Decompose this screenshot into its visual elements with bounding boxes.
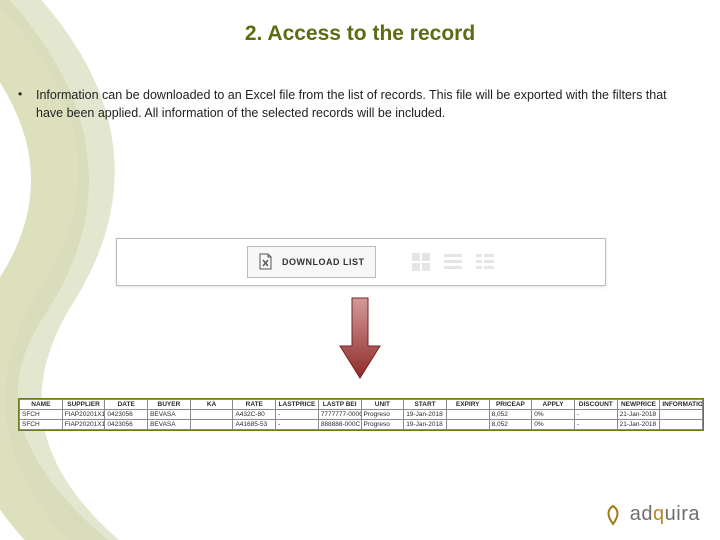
table-cell: 0% [532,410,575,420]
table-header: START [404,400,447,410]
excel-file-icon [258,253,274,271]
table-cell [190,420,233,430]
table-cell: A41685-53 [233,420,276,430]
logo-text: adquira [630,503,700,526]
slide-title: 2. Access to the record [0,22,720,46]
table-cell: BEVASA [148,410,191,420]
table-header: PRICEAP [489,400,532,410]
table-header: LASTP BEI [318,400,361,410]
table-cell: FIAP20201X110 [62,420,105,430]
bullet-content: Information can be downloaded to an Exce… [36,88,667,120]
table-cell: 21-Jan-2018 [617,410,660,420]
table-cell [446,410,489,420]
table-cell: 0423056 [105,410,148,420]
table-cell: 888888-000C [318,420,361,430]
table-cell: 0% [532,420,575,430]
table-header: SUPPLIER [62,400,105,410]
table-header: UNIT [361,400,404,410]
logo-mark-icon [602,504,624,526]
table-cell: 21-Jan-2018 [617,420,660,430]
table-cell [190,410,233,420]
table-cell: A432C-80 [233,410,276,420]
table-cell: - [574,420,617,430]
table-cell: 7777777-000C [318,410,361,420]
table-header: NAME [20,400,63,410]
table-cell [660,420,703,430]
table-cell: SFCH [20,420,63,430]
view-mode-icons [410,251,496,273]
detail-view-icon[interactable] [474,251,496,273]
download-list-button[interactable]: DOWNLOAD LIST [247,246,376,278]
excel-export-preview: NAMESUPPLIERDATEBUYERKARATELASTPRICELAST… [18,398,704,431]
download-bar: DOWNLOAD LIST [116,238,606,286]
table-cell: - [276,420,319,430]
table-cell: Progreso [361,410,404,420]
table-header: APPLY [532,400,575,410]
table-header: LASTPRICE [276,400,319,410]
table-cell: BEVASA [148,420,191,430]
table-cell [660,410,703,420]
table-cell: - [276,410,319,420]
table-header: DATE [105,400,148,410]
table-cell: 8,052 [489,410,532,420]
table-header: INFORMATION [660,400,703,410]
table-cell: FIAP20201X110 [62,410,105,420]
table-row: SFCHFIAP20201X1100423056BEVASAA41685-53-… [20,420,703,430]
adquira-logo: adquira [602,503,700,526]
table-cell: SFCH [20,410,63,420]
table-header: NEWPRICE [617,400,660,410]
bullet-dot: • [18,86,22,103]
bullet-text: • Information can be downloaded to an Ex… [36,86,684,122]
table-header: KA [190,400,233,410]
table-cell: Progreso [361,420,404,430]
table-header: EXPIRY [446,400,489,410]
table-cell: - [574,410,617,420]
table-row: SFCHFIAP20201X1100423056BEVASAA432C-80-7… [20,410,703,420]
table-cell: 19-Jan-2018 [404,420,447,430]
table-cell: 19-Jan-2018 [404,410,447,420]
list-view-icon[interactable] [442,251,464,273]
table-header: RATE [233,400,276,410]
table-header: DISCOUNT [574,400,617,410]
table-cell: 0423056 [105,420,148,430]
grid-view-icon[interactable] [410,251,432,273]
table-cell [446,420,489,430]
download-button-label: DOWNLOAD LIST [282,257,365,267]
table-header: BUYER [148,400,191,410]
table-cell: 8,052 [489,420,532,430]
arrow-down [338,296,382,380]
